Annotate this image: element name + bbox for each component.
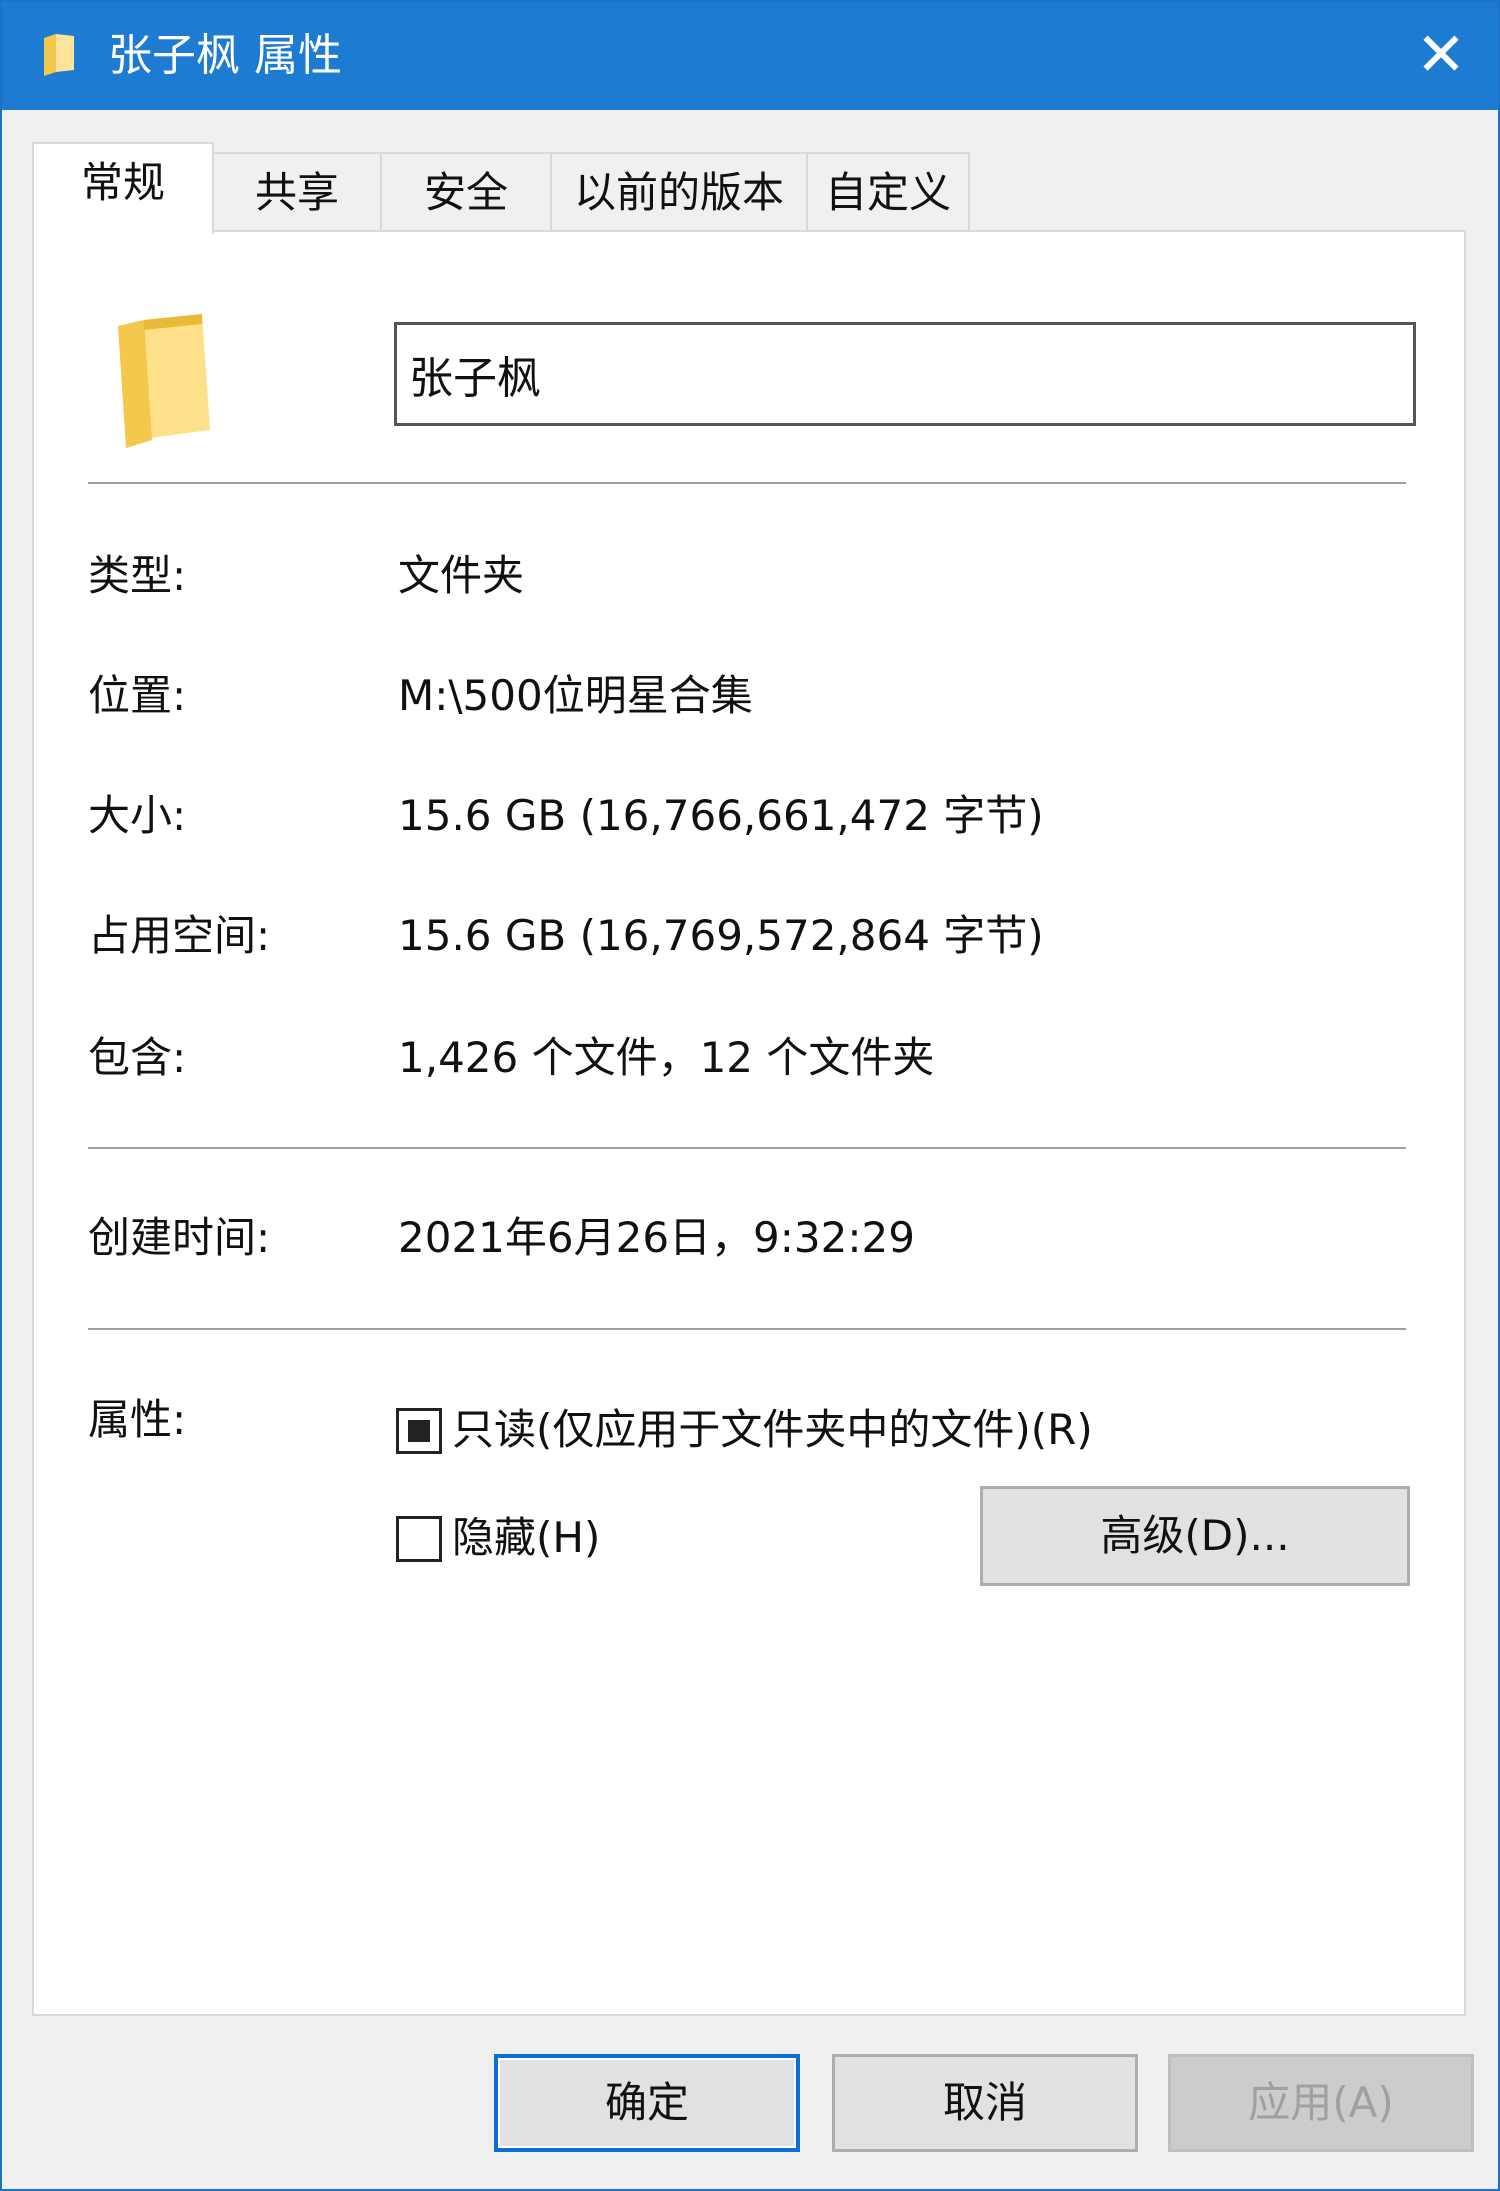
- readonly-checkbox[interactable]: [396, 1408, 442, 1454]
- tab-security[interactable]: 安全: [380, 152, 552, 232]
- tab-sharing[interactable]: 共享: [212, 152, 382, 232]
- separator: [88, 1147, 1406, 1149]
- folder-name-input[interactable]: [394, 322, 1416, 426]
- size-on-disk-value: 15.6 GB (16,769,572,864 字节): [398, 911, 1044, 960]
- hidden-checkbox-label[interactable]: 隐藏(H): [452, 1510, 600, 1566]
- tab-customize[interactable]: 自定义: [806, 152, 970, 232]
- tab-general[interactable]: 常规: [32, 142, 214, 234]
- size-value: 15.6 GB (16,766,661,472 字节): [398, 791, 1044, 840]
- advanced-button[interactable]: 高级(D)...: [980, 1486, 1410, 1586]
- contains-value: 1,426 个文件，12 个文件夹: [398, 1033, 935, 1082]
- indeterminate-mark: [408, 1420, 430, 1442]
- folder-icon: [44, 34, 74, 76]
- close-button[interactable]: ✕: [1406, 22, 1476, 92]
- contains-label: 包含:: [88, 1033, 187, 1082]
- location-label: 位置:: [88, 671, 187, 720]
- size-label: 大小:: [88, 791, 187, 840]
- created-value: 2021年6月26日，9:32:29: [398, 1213, 915, 1262]
- folder-icon: [118, 314, 210, 448]
- attributes-label: 属性:: [88, 1395, 187, 1444]
- location-value[interactable]: M:\500位明星合集: [398, 668, 753, 724]
- type-value: 文件夹: [398, 551, 525, 600]
- size-on-disk-label: 占用空间:: [88, 911, 271, 960]
- cancel-button[interactable]: 取消: [832, 2054, 1138, 2152]
- properties-dialog: 张子枫 属性 ✕ 常规 共享 安全 以前的版本 自定义 类型: 文件夹 位置: …: [0, 0, 1500, 2191]
- hidden-checkbox[interactable]: [396, 1516, 442, 1562]
- created-label: 创建时间:: [88, 1213, 271, 1262]
- type-label: 类型:: [88, 551, 187, 600]
- apply-button[interactable]: 应用(A): [1168, 2054, 1474, 2152]
- tab-previous-versions[interactable]: 以前的版本: [550, 152, 808, 232]
- window-title: 张子枫 属性: [108, 30, 342, 81]
- ok-button[interactable]: 确定: [494, 2054, 800, 2152]
- close-icon: ✕: [1415, 20, 1467, 90]
- readonly-checkbox-label[interactable]: 只读(仅应用于文件夹中的文件)(R): [452, 1402, 1093, 1458]
- title-bar[interactable]: 张子枫 属性 ✕: [2, 2, 1498, 110]
- general-tab-panel: 类型: 文件夹 位置: M:\500位明星合集 大小: 15.6 GB (16,…: [32, 230, 1466, 2016]
- separator: [88, 1328, 1406, 1330]
- separator: [88, 482, 1406, 484]
